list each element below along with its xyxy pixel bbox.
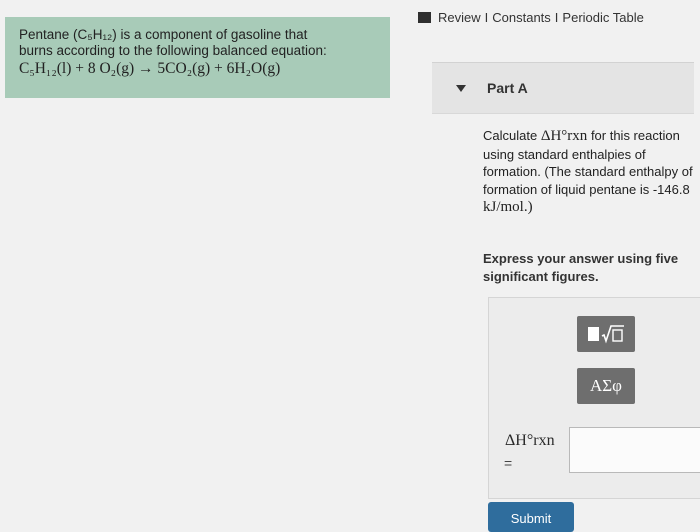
resource-links: Review I Constants I Periodic Table	[418, 10, 644, 25]
intro-line-2: burns according to the following balance…	[19, 43, 327, 58]
question-unit: kJ/mol.)	[483, 199, 533, 215]
review-link[interactable]: Review	[438, 10, 481, 25]
periodic-table-link[interactable]: Periodic Table	[562, 10, 643, 25]
balanced-equation: C₅H₁₂(l) + 8 O₂(g) → 5CO₂(g) + 6H₂O(g)	[19, 60, 281, 77]
greek-label: ΑΣφ	[590, 376, 622, 395]
question-text: Calculate ΔH°rxn for this reaction using…	[483, 127, 693, 217]
answer-input[interactable]	[569, 427, 700, 473]
template-button[interactable]	[577, 316, 635, 352]
equals-sign: =	[504, 455, 513, 471]
intro-line-1: Pentane (C₅H₁₂) is a component of gasoli…	[19, 27, 308, 42]
part-title: Part A	[487, 80, 528, 96]
answer-label: ΔH°rxn	[505, 432, 555, 449]
question-prefix: Calculate	[483, 128, 538, 143]
separator: I	[484, 10, 489, 25]
submit-button[interactable]: Submit	[488, 502, 574, 532]
constants-link[interactable]: Constants	[492, 10, 551, 25]
collapse-caret-icon[interactable]	[456, 84, 466, 92]
template-icon	[588, 325, 624, 344]
problem-statement: Pentane (C₅H₁₂) is a component of gasoli…	[5, 17, 390, 98]
part-a-header[interactable]: Part A	[432, 62, 694, 114]
instruction-text: Express your answer using five significa…	[483, 251, 679, 284]
review-icon	[418, 12, 431, 23]
delta-h-symbol: ΔH°rxn	[540, 128, 588, 144]
greek-symbols-button[interactable]: ΑΣφ	[577, 368, 635, 404]
separator: I	[554, 10, 559, 25]
